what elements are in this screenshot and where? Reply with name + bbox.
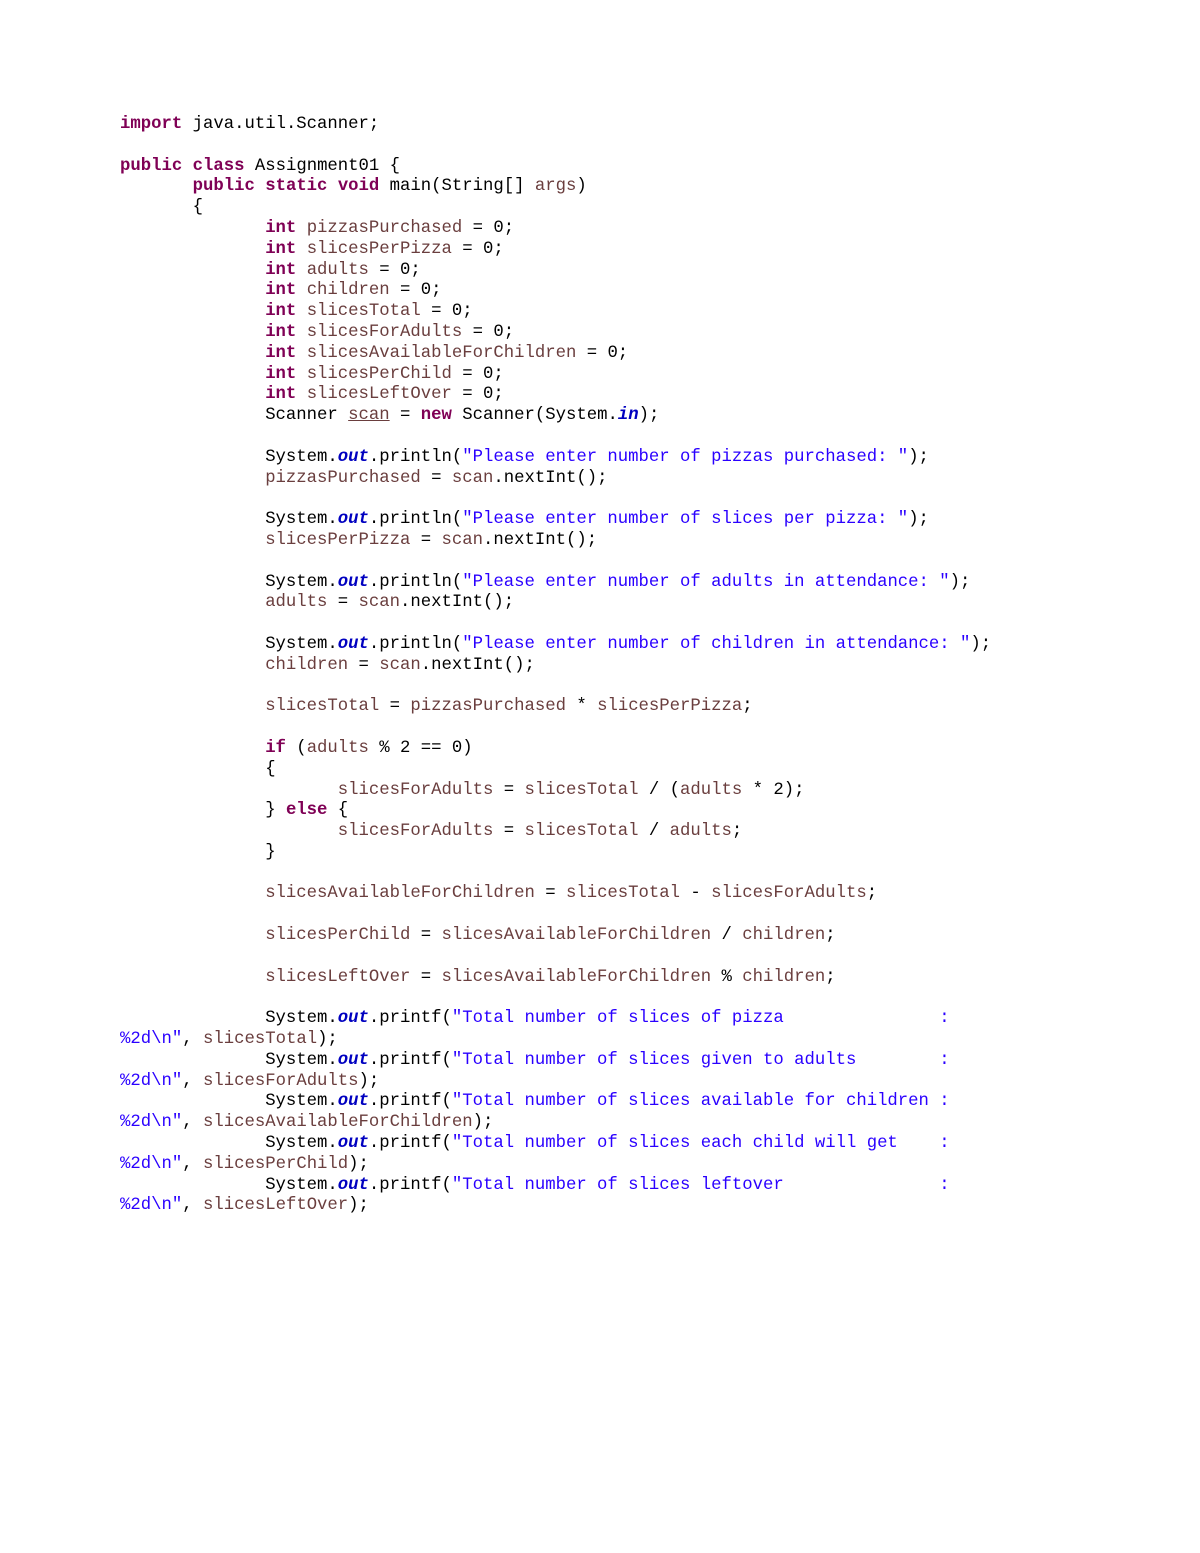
line: int slicesForAdults = 0; xyxy=(120,323,514,342)
code-page: import java.util.Scanner; public class A… xyxy=(0,0,1200,1553)
line: slicesForAdults = slicesTotal / (adults … xyxy=(120,781,805,800)
line: slicesPerChild = slicesAvailableForChild… xyxy=(120,926,836,945)
line: public static void main(String[] args) xyxy=(120,177,587,196)
line: System.out.printf("Total number of slice… xyxy=(120,1009,960,1049)
line: slicesPerPizza = scan.nextInt(); xyxy=(120,531,597,550)
line: System.out.println("Please enter number … xyxy=(120,448,929,467)
line: } else { xyxy=(120,801,348,820)
line: slicesLeftOver = slicesAvailableForChild… xyxy=(120,968,836,987)
line: } xyxy=(120,843,276,862)
line: int children = 0; xyxy=(120,281,442,300)
line: System.out.println("Please enter number … xyxy=(120,635,991,654)
line: System.out.printf("Total number of slice… xyxy=(120,1092,960,1132)
line: System.out.printf("Total number of slice… xyxy=(120,1051,960,1091)
line: int pizzasPurchased = 0; xyxy=(120,219,514,238)
line: adults = scan.nextInt(); xyxy=(120,593,514,612)
line: int slicesPerPizza = 0; xyxy=(120,240,504,259)
line: int slicesTotal = 0; xyxy=(120,302,473,321)
line: int adults = 0; xyxy=(120,261,421,280)
line: import java.util.Scanner; xyxy=(120,115,379,134)
keyword-import: import xyxy=(120,115,182,134)
line: int slicesLeftOver = 0; xyxy=(120,385,504,404)
line: int slicesPerChild = 0; xyxy=(120,365,504,384)
line: System.out.println("Please enter number … xyxy=(120,573,970,592)
line: int slicesAvailableForChildren = 0; xyxy=(120,344,628,363)
scan-variable: scan xyxy=(348,406,389,425)
line: System.out.printf("Total number of slice… xyxy=(120,1176,960,1216)
line: slicesAvailableForChildren = slicesTotal… xyxy=(120,884,877,903)
line: pizzasPurchased = scan.nextInt(); xyxy=(120,469,607,488)
line: { xyxy=(120,760,276,779)
line: children = scan.nextInt(); xyxy=(120,656,535,675)
system-in: in xyxy=(618,406,639,425)
line: slicesForAdults = slicesTotal / adults; xyxy=(120,822,742,841)
line: Scanner scan = new Scanner(System.in); xyxy=(120,406,659,425)
line: public class Assignment01 { xyxy=(120,157,400,176)
line: System.out.printf("Total number of slice… xyxy=(120,1134,960,1174)
line: slicesTotal = pizzasPurchased * slicesPe… xyxy=(120,697,753,716)
line: if (adults % 2 == 0) xyxy=(120,739,473,758)
line: { xyxy=(120,198,203,217)
line: System.out.println("Please enter number … xyxy=(120,510,929,529)
